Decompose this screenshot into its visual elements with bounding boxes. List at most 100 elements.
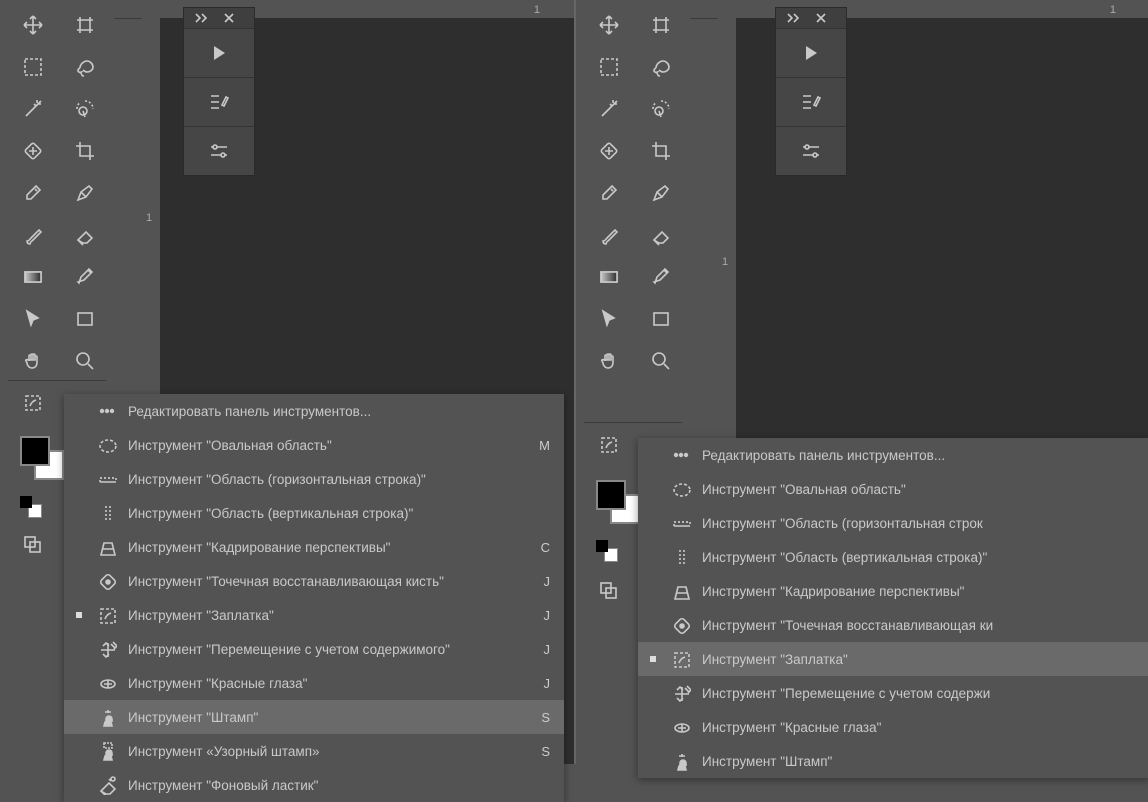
tool-zoom[interactable] [64, 340, 106, 382]
tool-magicwand[interactable] [588, 88, 630, 130]
tool-zoom[interactable] [640, 340, 682, 382]
mini-swatch[interactable] [20, 496, 48, 516]
tool-move[interactable] [12, 4, 54, 46]
tool-pen[interactable] [64, 256, 106, 298]
pen-icon [74, 266, 96, 288]
tool-crop[interactable] [640, 130, 682, 172]
menu-edit-toolbar[interactable]: Редактировать панель инструментов... [638, 438, 1148, 472]
panel-titlebar[interactable] [184, 8, 254, 28]
tool-heal[interactable] [588, 130, 630, 172]
color-swatch[interactable] [20, 436, 60, 476]
pane-left: 1 1 Редактировать панель инструментов...… [0, 0, 574, 764]
color-swatch[interactable] [596, 480, 636, 520]
menu-item-ellipse[interactable]: Инструмент "Овальная область" [638, 472, 1148, 506]
tool-eraser[interactable] [64, 214, 106, 256]
menu-item-shortcut: J [524, 608, 550, 623]
menu-item-label: Инструмент "Перемещение с учетом содержи [702, 686, 1102, 701]
menu-item-label: Инструмент "Штамп" [128, 710, 516, 725]
menu-item-redeye[interactable]: Инструмент "Красные глаза" [638, 710, 1148, 744]
tool-artboard[interactable] [640, 4, 682, 46]
play-button[interactable] [776, 28, 846, 77]
menu-item-stamp[interactable]: Инструмент "Штамп" S [64, 700, 564, 734]
brush-icon [598, 224, 620, 246]
tool-magicwand[interactable] [12, 88, 54, 130]
menu-item-rowsel[interactable]: Инструмент "Область (горизонтальная стро… [638, 506, 1148, 540]
brush-list-button[interactable] [776, 77, 846, 126]
tool-rect[interactable] [64, 298, 106, 340]
tool-quicksel[interactable] [64, 88, 106, 130]
menu-item-spot[interactable]: Инструмент "Точечная восстанавливающая к… [64, 564, 564, 598]
actions-panel[interactable] [184, 8, 254, 175]
screen-mode-button[interactable] [12, 524, 54, 566]
tool-pointer[interactable] [12, 298, 54, 340]
collapse-icon[interactable] [782, 7, 804, 29]
close-icon[interactable] [810, 7, 832, 29]
tool-move[interactable] [588, 4, 630, 46]
menu-item-persp[interactable]: Инструмент "Кадрирование перспективы"C [64, 530, 564, 564]
tool-pointer[interactable] [588, 298, 630, 340]
tool-lasso[interactable] [640, 46, 682, 88]
tool-eyedrop[interactable] [12, 172, 54, 214]
extra-tools-button[interactable] [12, 382, 54, 424]
menu-edit-toolbar[interactable]: Редактировать панель инструментов... [64, 394, 564, 428]
extra-tools-menu[interactable]: Редактировать панель инструментов...Инст… [638, 438, 1148, 778]
menu-item-stamp[interactable]: Инструмент "Штамп" [638, 744, 1148, 778]
menu-item-redeye[interactable]: Инструмент "Красные глаза"J [64, 666, 564, 700]
tool-gradient[interactable] [588, 256, 630, 298]
menu-item-label: Инструмент "Красные глаза" [128, 676, 516, 691]
menu-item-bgeraser[interactable]: Инструмент "Фоновый ластик" [64, 768, 564, 802]
menu-item-label: Инструмент "Заплатка" [128, 608, 516, 623]
screen-mode-button[interactable] [588, 570, 630, 612]
extra-tools-button[interactable] [588, 424, 630, 466]
menu-item-colsel[interactable]: Инструмент "Область (вертикальная строка… [64, 496, 564, 530]
menu-item-pstamp[interactable]: Инструмент «Узорный штамп»S [64, 734, 564, 768]
tool-marquee[interactable] [12, 46, 54, 88]
sliders-button[interactable] [776, 126, 846, 175]
tool-crop[interactable] [64, 130, 106, 172]
tool-brush[interactable] [12, 214, 54, 256]
tool-gradient[interactable] [12, 256, 54, 298]
tool-hand[interactable] [12, 340, 54, 382]
menu-item-rowsel[interactable]: Инструмент "Область (горизонтальная стро… [64, 462, 564, 496]
tool-pentool[interactable] [64, 172, 106, 214]
menu-item-spot[interactable]: Инструмент "Точечная восстанавливающая к… [638, 608, 1148, 642]
sliders-button[interactable] [184, 126, 254, 175]
tool-eyedrop[interactable] [588, 172, 630, 214]
tool-heal[interactable] [12, 130, 54, 172]
tool-brush[interactable] [588, 214, 630, 256]
close-icon[interactable] [218, 7, 240, 29]
collapse-icon[interactable] [190, 7, 212, 29]
tool-pen[interactable] [640, 256, 682, 298]
menu-item-camove[interactable]: Инструмент "Перемещение с учетом содержи… [64, 632, 564, 666]
fg-color[interactable] [20, 436, 50, 466]
menu-item-label: Инструмент "Область (горизонтальная стро… [128, 472, 516, 487]
menu-item-colsel[interactable]: Инструмент "Область (вертикальная строка… [638, 540, 1148, 574]
menu-item-shortcut: M [524, 438, 550, 453]
tool-rect[interactable] [640, 298, 682, 340]
menu-item-persp[interactable]: Инструмент "Кадрирование перспективы" [638, 574, 1148, 608]
tool-lasso[interactable] [64, 46, 106, 88]
tool-eraser[interactable] [640, 214, 682, 256]
panel-titlebar[interactable] [776, 8, 846, 28]
sliders-icon [208, 140, 230, 162]
tool-pentool[interactable] [640, 172, 682, 214]
tool-artboard[interactable] [64, 4, 106, 46]
brush-list-button[interactable] [184, 77, 254, 126]
tool-hand[interactable] [588, 340, 630, 382]
mini-swatch[interactable] [596, 540, 624, 560]
menu-item-camove[interactable]: Инструмент "Перемещение с учетом содержи [638, 676, 1148, 710]
tool-quicksel[interactable] [640, 88, 682, 130]
extra-tools-menu[interactable]: Редактировать панель инструментов...Инст… [64, 394, 564, 802]
menu-item-ellipse[interactable]: Инструмент "Овальная область"M [64, 428, 564, 462]
actions-panel[interactable] [776, 8, 846, 175]
play-button[interactable] [184, 28, 254, 77]
menu-item-label: Инструмент "Точечная восстанавливающая к… [128, 574, 516, 589]
tool-marquee[interactable] [588, 46, 630, 88]
patch-icon [668, 649, 694, 669]
rect-icon [650, 308, 672, 330]
menu-item-patch[interactable]: Инструмент "Заплатка" J [64, 598, 564, 632]
fg-color[interactable] [596, 480, 626, 510]
menu-item-label: Инструмент "Заплатка" [702, 652, 1102, 667]
menu-item-shortcut: S [524, 710, 550, 725]
menu-item-patch[interactable]: Инструмент "Заплатка" [638, 642, 1148, 676]
